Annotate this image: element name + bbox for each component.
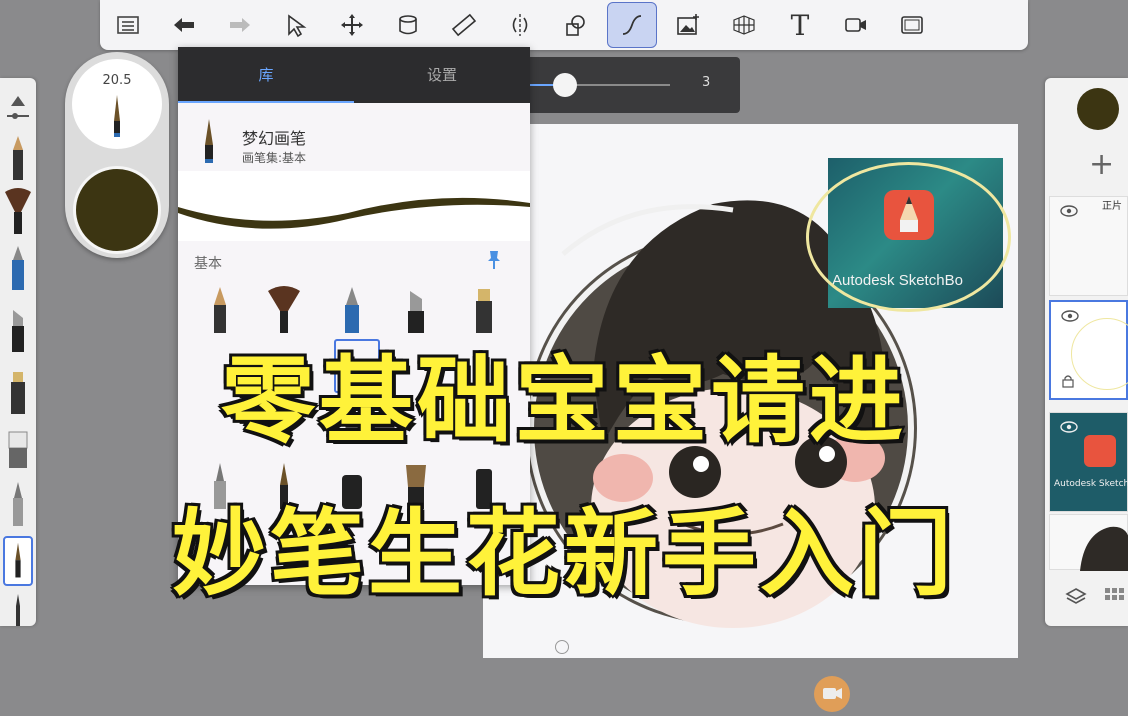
text-icon-glyph: T [790, 8, 810, 42]
lib-pencil-brush-icon[interactable] [202, 285, 238, 335]
layer-label: 正片 [1102, 201, 1122, 212]
perspective-icon[interactable] [719, 2, 769, 48]
image-icon[interactable] [663, 2, 713, 48]
overlay-title-line2: 妙笔生花新手入门 [170, 500, 956, 609]
fill-icon[interactable] [383, 2, 433, 48]
record-icon[interactable] [831, 2, 881, 48]
brush-color-swatch[interactable] [73, 166, 161, 254]
redo-icon[interactable] [215, 2, 265, 48]
section-title: 基本 [194, 256, 222, 272]
add-layer-button[interactable]: + [1089, 150, 1114, 180]
stroke-icon[interactable] [607, 2, 657, 48]
current-color-swatch[interactable] [1077, 88, 1119, 130]
lib-marker-brush-icon[interactable] [334, 285, 370, 335]
layer-thumb-1[interactable]: 正片 [1049, 196, 1128, 296]
lib-airbrush-icon[interactable] [466, 285, 502, 335]
brush-size-value: 20.5 [102, 73, 132, 88]
fan-brush-icon[interactable] [3, 186, 33, 236]
shape-icon[interactable] [551, 2, 601, 48]
dream-brush-icon [205, 119, 213, 163]
pencil-brush-icon[interactable] [3, 132, 33, 182]
move-icon[interactable] [327, 2, 377, 48]
library-tabs: 库 设置 [178, 47, 530, 103]
record-button[interactable] [814, 676, 850, 712]
text-icon[interactable]: T [775, 2, 825, 48]
symmetry-icon[interactable] [495, 2, 545, 48]
brush-set: 画笔集:基本 [242, 151, 307, 165]
lib-chisel-brush-icon[interactable] [398, 285, 434, 335]
layer-label: Autodesk Sketchb [1054, 479, 1128, 489]
dream-brush-preview-icon [114, 95, 120, 137]
ruler-icon[interactable] [439, 2, 489, 48]
lib-fan-brush-icon[interactable] [266, 285, 302, 335]
brush-stroke-preview [178, 171, 530, 241]
tab-settings[interactable]: 设置 [354, 47, 530, 103]
marker-brush-icon[interactable] [3, 242, 33, 292]
tab-library[interactable]: 库 [178, 47, 354, 103]
brush-property-icon[interactable] [3, 86, 33, 126]
select-icon[interactable] [271, 2, 321, 48]
top-toolbar: T [100, 0, 1028, 50]
brush-puck[interactable]: 20.5 [65, 52, 169, 258]
chisel-brush-icon[interactable] [3, 304, 33, 354]
slider-knob[interactable] [553, 73, 577, 97]
slider-value: 3 [702, 75, 711, 90]
highlight-ring [806, 162, 1011, 312]
eye-icon[interactable] [1060, 205, 1078, 217]
brush-size-dial[interactable]: 20.5 [72, 59, 162, 149]
pin-icon[interactable] [486, 249, 502, 269]
list-icon[interactable] [103, 2, 153, 48]
fullscreen-icon[interactable] [887, 2, 937, 48]
overlay-title-line1: 零基础宝宝请进 [219, 347, 907, 456]
eye-icon[interactable] [1061, 310, 1079, 322]
canvas-pivot-icon[interactable] [555, 640, 569, 654]
brush-name: 梦幻画笔 [242, 129, 307, 148]
undo-icon[interactable] [159, 2, 209, 48]
